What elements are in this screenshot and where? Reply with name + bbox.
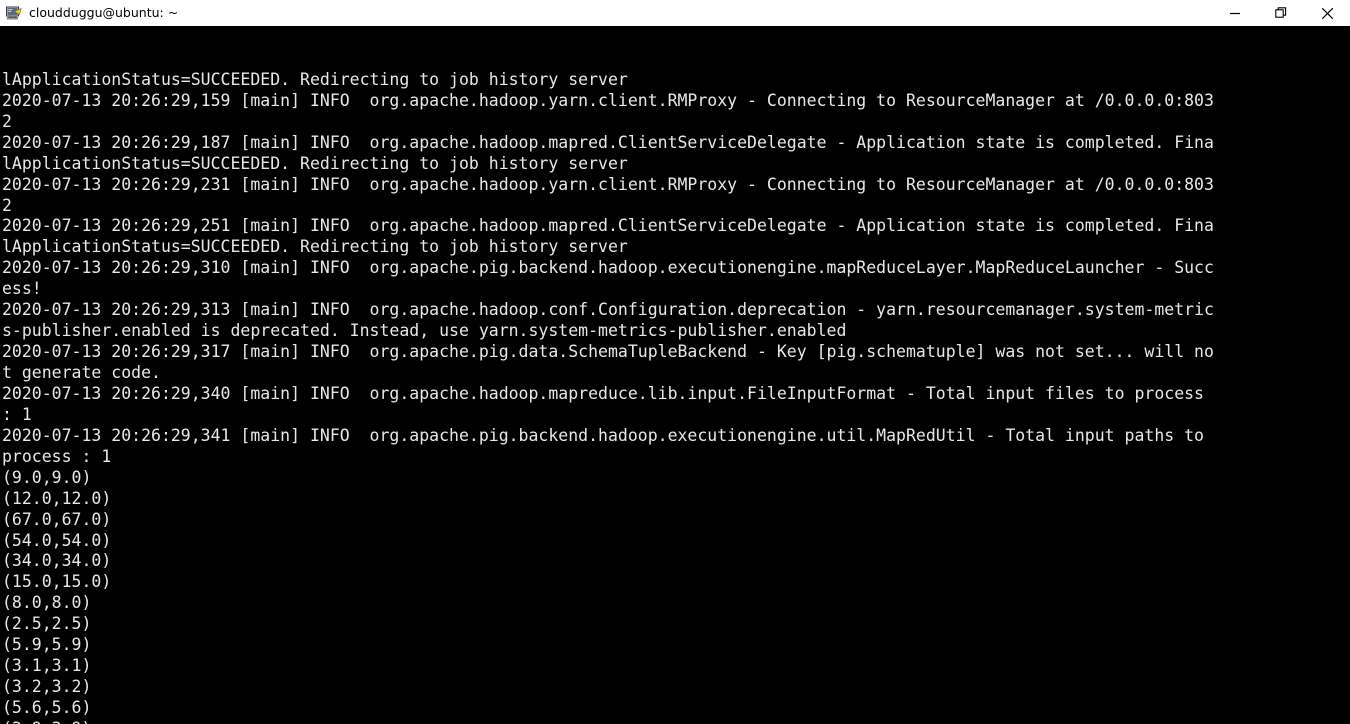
window-controls	[1212, 0, 1350, 26]
terminal-line: (2.5,2.5)	[2, 614, 92, 634]
terminal-log-lines: lApplicationStatus=SUCCEEDED. Redirectin…	[2, 70, 1350, 724]
title-bar[interactable]: cloudduggu@ubuntu: ~	[0, 0, 1350, 26]
terminal-line: (54.0,54.0)	[2, 530, 112, 550]
terminal-line: 2020-07-13 20:26:29,317 [main] INFO org.…	[2, 342, 1214, 362]
terminal-output[interactable]: lApplicationStatus=SUCCEEDED. Redirectin…	[0, 26, 1350, 724]
terminal-line: lApplicationStatus=SUCCEEDED. Redirectin…	[2, 237, 628, 257]
window-title: cloudduggu@ubuntu: ~	[29, 5, 179, 20]
terminal-icon	[5, 5, 22, 22]
terminal-line: 2020-07-13 20:26:29,251 [main] INFO org.…	[2, 216, 1214, 236]
terminal-line: (34.0,34.0)	[2, 551, 112, 571]
terminal-line: s-publisher.enabled is deprecated. Inste…	[2, 321, 847, 341]
terminal-line: 2	[2, 195, 12, 215]
terminal-line: 2020-07-13 20:26:29,187 [main] INFO org.…	[2, 132, 1214, 152]
terminal-line: 2020-07-13 20:26:29,313 [main] INFO org.…	[2, 300, 1214, 320]
terminal-line: lApplicationStatus=SUCCEEDED. Redirectin…	[2, 153, 628, 173]
terminal-line: (5.9,5.9)	[2, 635, 92, 655]
terminal-line: lApplicationStatus=SUCCEEDED. Redirectin…	[2, 69, 628, 89]
minimize-button[interactable]	[1212, 0, 1258, 26]
terminal-line: t generate code.	[2, 363, 161, 383]
terminal-line: 2020-07-13 20:26:29,159 [main] INFO org.…	[2, 90, 1214, 110]
terminal-line: (5.6,5.6)	[2, 698, 92, 718]
terminal-window: cloudduggu@ubuntu: ~ lApplicationStatus=…	[0, 0, 1350, 724]
terminal-line: (9.0,9.0)	[2, 467, 92, 487]
terminal-line: (3.2,3.2)	[2, 677, 92, 697]
terminal-line: (15.0,15.0)	[2, 572, 112, 592]
title-bar-left: cloudduggu@ubuntu: ~	[0, 0, 178, 26]
terminal-line: (3.9,3.9)	[2, 719, 1350, 724]
terminal-line: 2020-07-13 20:26:29,310 [main] INFO org.…	[2, 258, 1214, 278]
terminal-line: process : 1	[2, 446, 112, 466]
terminal-line: : 1	[2, 404, 32, 424]
terminal-line: ess!	[2, 279, 42, 299]
terminal-line: (67.0,67.0)	[2, 509, 112, 529]
terminal-line: 2020-07-13 20:26:29,341 [main] INFO org.…	[2, 425, 1204, 445]
close-button[interactable]	[1304, 0, 1350, 26]
terminal-line: (12.0,12.0)	[2, 488, 112, 508]
maximize-button[interactable]	[1258, 0, 1304, 26]
terminal-line: 2020-07-13 20:26:29,231 [main] INFO org.…	[2, 174, 1214, 194]
terminal-line: 2020-07-13 20:26:29,340 [main] INFO org.…	[2, 383, 1204, 403]
terminal-line: (8.0,8.0)	[2, 593, 92, 613]
terminal-line: (3.1,3.1)	[2, 656, 92, 676]
terminal-line: 2	[2, 111, 12, 131]
